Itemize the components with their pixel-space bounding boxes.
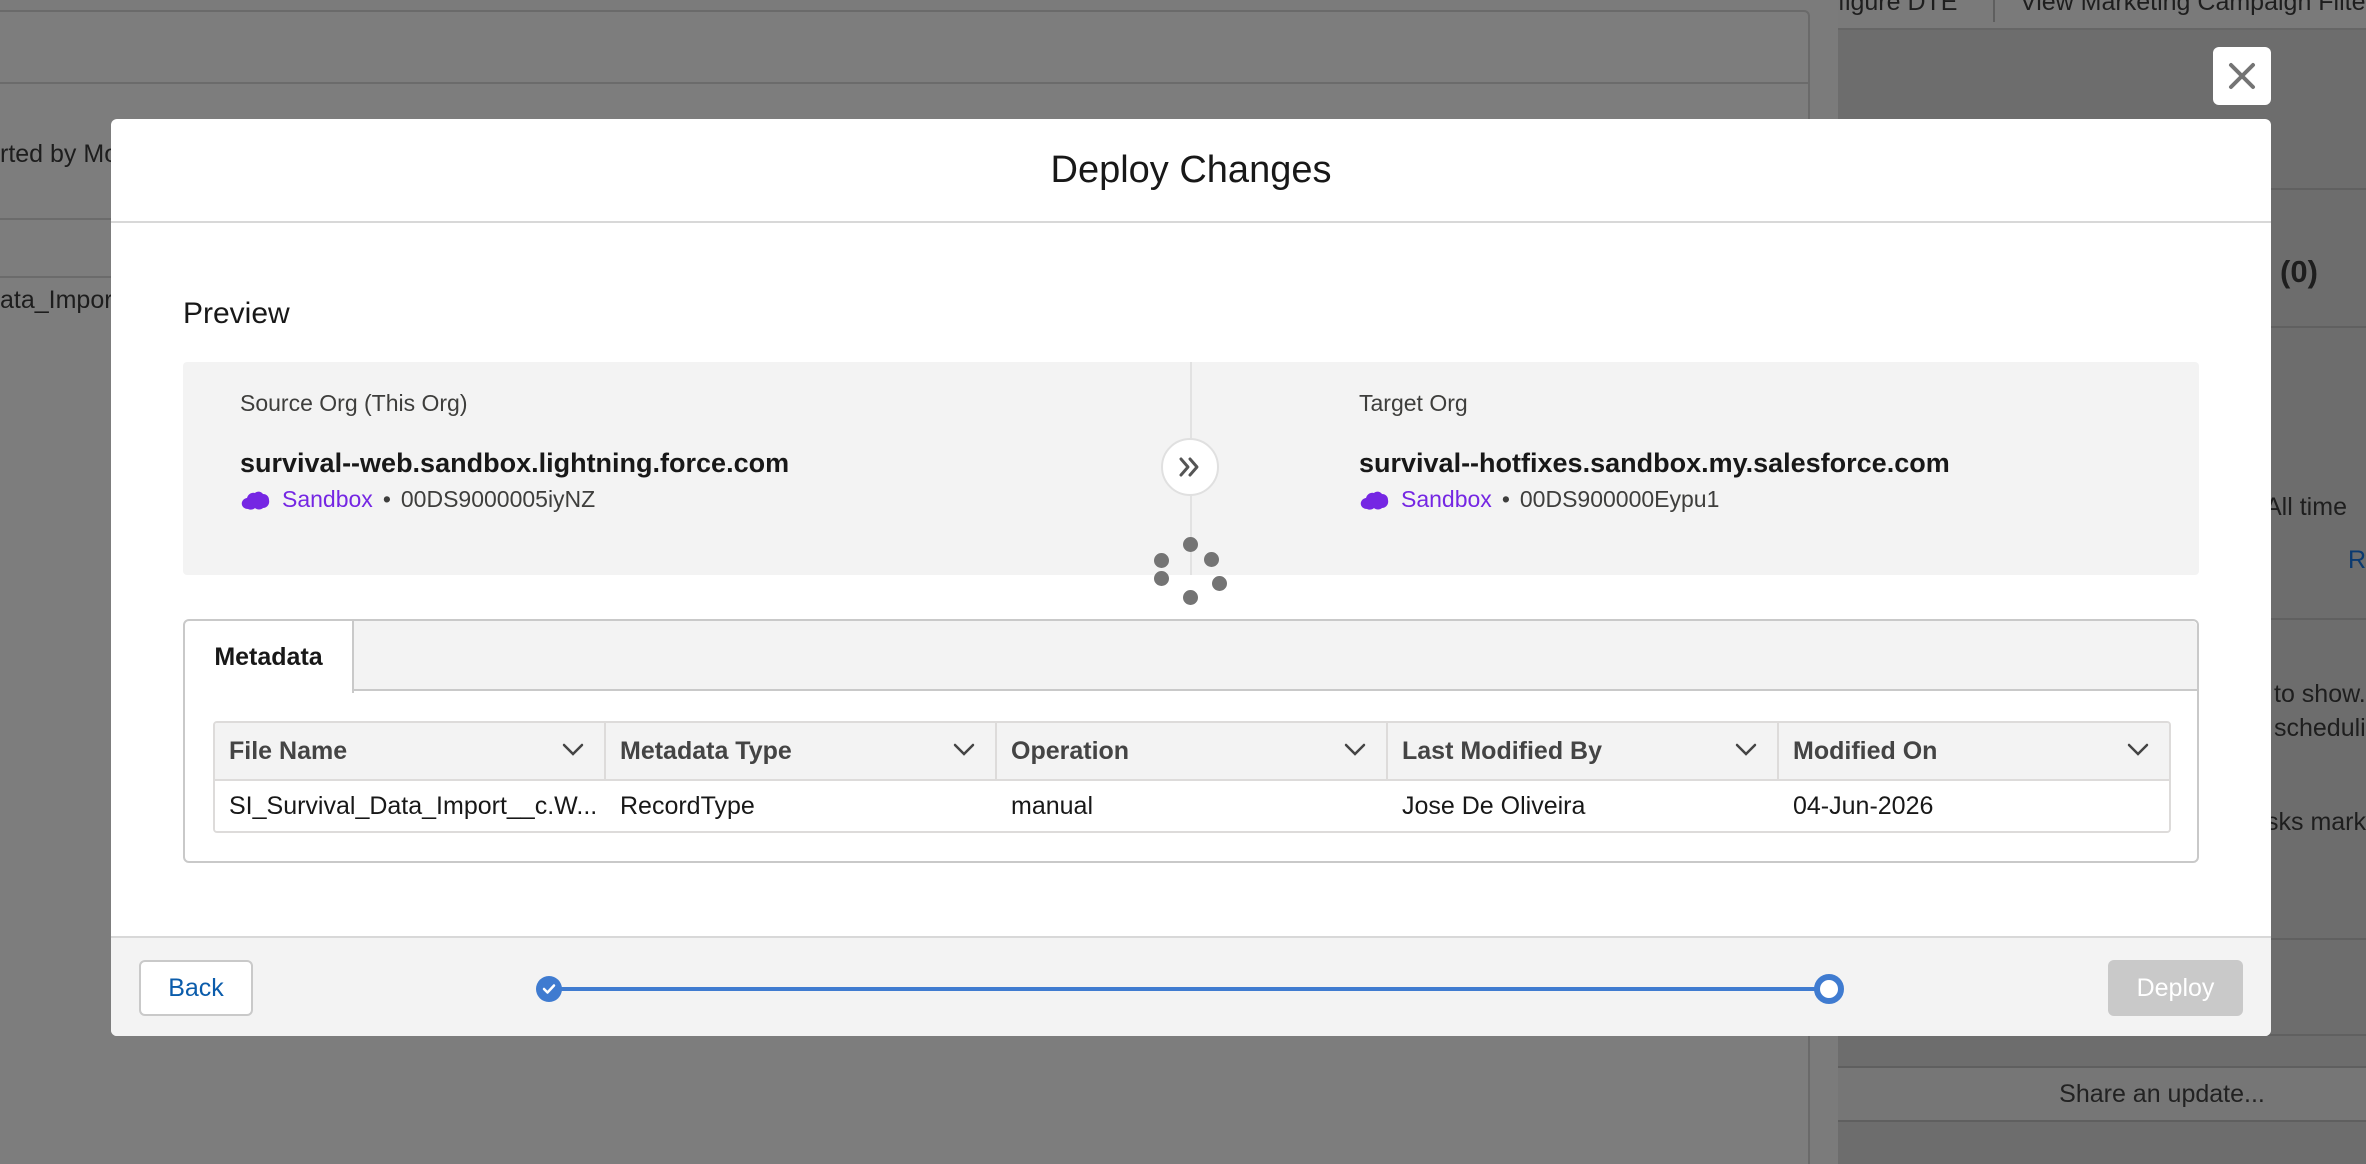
target-org-type: Sandbox — [1401, 486, 1492, 512]
tab-bar — [185, 621, 2197, 691]
column-label: Modified On — [1793, 736, 1938, 765]
metadata-table: File Name Metadata Type Operation Last M… — [213, 721, 2171, 833]
source-org-caption: Source Org (This Org) — [240, 390, 468, 416]
target-org-domain: survival--hotfixes.sandbox.my.salesforce… — [1359, 448, 1950, 478]
double-chevron-right-icon — [1179, 457, 1199, 477]
column-header-operation[interactable]: Operation — [997, 723, 1388, 779]
column-label: Last Modified By — [1402, 736, 1603, 765]
metadata-tabset: Metadata File Name Metadata Type Operati… — [183, 619, 2199, 863]
chevron-down-icon[interactable] — [1344, 743, 1366, 757]
deploy-changes-modal: Deploy Changes Preview Source Org (This … — [111, 119, 2271, 1036]
modal-title: Deploy Changes — [1050, 148, 1332, 191]
salesforce-cloud-icon — [241, 491, 270, 510]
modal-header: Deploy Changes — [111, 119, 2271, 223]
progress-step-complete[interactable] — [536, 976, 562, 1002]
loading-spinner-icon — [1151, 537, 1231, 617]
progress-indicator — [536, 974, 1844, 1004]
modal-footer: Back Deploy — [111, 936, 2271, 1036]
background-empty-text: to show. — [2274, 680, 2366, 708]
background-tab: figure DTE — [1838, 0, 1958, 16]
progress-step-current[interactable] — [1814, 974, 1844, 1004]
background-refresh: Re — [2348, 546, 2366, 574]
tab-metadata[interactable]: Metadata — [185, 621, 354, 693]
background-empty-text: scheduli — [2274, 714, 2366, 742]
column-header-file-name[interactable]: File Name — [215, 723, 606, 779]
salesforce-cloud-icon — [1360, 491, 1389, 510]
background-text: rted by Mo — [0, 140, 119, 168]
deploy-direction-indicator — [1161, 438, 1219, 496]
cell-modified-on: 04-Jun-2026 — [1793, 791, 1934, 820]
column-label: Metadata Type — [620, 736, 792, 765]
share-update-placeholder: Share an update... — [2059, 1079, 2265, 1108]
close-icon — [2229, 63, 2255, 89]
target-org-meta: Sandbox • 00DS900000Eypu1 — [1359, 486, 1719, 513]
deploy-button[interactable]: Deploy — [2108, 960, 2243, 1016]
table-row: SI_Survival_Data_Import__c.W... RecordTy… — [215, 781, 2169, 831]
separator: • — [1501, 486, 1510, 512]
preview-heading: Preview — [183, 297, 290, 330]
source-org-id: 00DS9000005iyNZ — [400, 486, 596, 512]
chevron-down-icon[interactable] — [953, 743, 975, 757]
cell-file-name: SI_Survival_Data_Import__c.W... — [229, 791, 598, 820]
background-count: (0) — [2280, 254, 2318, 289]
background-text: ata_Import — [0, 286, 120, 314]
cell-operation: manual — [1011, 791, 1093, 820]
table-header: File Name Metadata Type Operation Last M… — [215, 723, 2169, 781]
background-tab: View Marketing Campaign Filter — [2020, 0, 2366, 16]
chevron-down-icon[interactable] — [562, 743, 584, 757]
chevron-down-icon[interactable] — [1735, 743, 1757, 757]
column-label: Operation — [1011, 736, 1130, 765]
background-tasks-text: sks mark — [2266, 808, 2366, 836]
column-label: File Name — [229, 736, 348, 765]
source-org-meta: Sandbox • 00DS9000005iyNZ — [240, 486, 595, 513]
source-org-domain: survival--web.sandbox.lightning.force.co… — [240, 448, 790, 478]
close-button[interactable] — [2213, 47, 2271, 105]
target-org-id: 00DS900000Eypu1 — [1519, 486, 1720, 512]
cell-last-modified-by: Jose De Oliveira — [1402, 791, 1586, 820]
background-tab-strip: figure DTE View Marketing Campaign Filte… — [1838, 0, 2366, 30]
source-org-type: Sandbox — [282, 486, 373, 512]
column-header-metadata-type[interactable]: Metadata Type — [606, 723, 997, 779]
target-org-caption: Target Org — [1359, 390, 1468, 416]
column-header-last-modified-by[interactable]: Last Modified By — [1388, 723, 1779, 779]
chevron-down-icon[interactable] — [2127, 743, 2149, 757]
progress-track — [550, 987, 1830, 991]
check-icon — [542, 984, 556, 994]
column-header-modified-on[interactable]: Modified On — [1779, 723, 2169, 779]
share-update-box: Share an update... — [1838, 1066, 2366, 1122]
back-button[interactable]: Back — [139, 960, 253, 1016]
cell-metadata-type: RecordType — [620, 791, 755, 820]
separator: • — [382, 486, 391, 512]
